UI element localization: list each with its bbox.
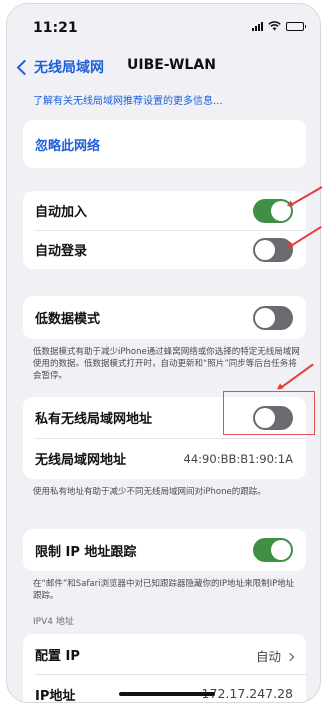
ip-address-row: IP地址 172.17.247.28: [23, 674, 306, 703]
low-data-row: 低数据模式: [23, 296, 306, 339]
status-time: 11:21: [33, 20, 78, 36]
auto-login-row: 自动登录: [23, 230, 306, 269]
chevron-right-icon: [285, 652, 295, 662]
low-data-card: 低数据模式: [23, 296, 306, 339]
forget-network-button[interactable]: 忽略此网络: [23, 120, 306, 168]
annotation-highlight-box: [223, 391, 315, 435]
configure-ip-row[interactable]: 配置 IP 自动: [23, 634, 306, 674]
forget-network-label: 忽略此网络: [35, 138, 101, 154]
auto-join-label: 自动加入: [35, 205, 88, 220]
back-label: 无线局域网: [34, 60, 104, 76]
low-data-label: 低数据模式: [35, 312, 101, 327]
cellular-signal-icon: [252, 21, 263, 31]
status-bar: 11:21: [7, 4, 320, 48]
auto-login-toggle[interactable]: [253, 238, 293, 262]
mac-address-value: 44:90:BB:B1:90:1A: [183, 451, 293, 466]
ip-address-label: IP地址: [35, 688, 76, 703]
private-address-label: 私有无线局域网地址: [35, 412, 153, 427]
chevron-left-icon: [16, 59, 33, 75]
low-data-footer: 低数据模式有助于减少iPhone通过蜂窝网络或你选择的特定无线局域网使用的数据。…: [33, 347, 300, 381]
page-title: UIBE-WLAN: [127, 57, 216, 73]
configure-ip-value: 自动: [255, 649, 281, 664]
auto-join-row: 自动加入: [23, 191, 306, 230]
forget-card: 忽略此网络: [23, 120, 306, 168]
auto-login-label: 自动登录: [35, 244, 88, 259]
limit-ip-footer: 在“邮件”和Safari浏览器中对已知跟踪器隐藏你的IP地址来限制IP地址跟踪。: [33, 579, 295, 601]
limit-ip-label: 限制 IP 地址跟踪: [35, 544, 137, 560]
limit-ip-row: 限制 IP 地址跟踪: [23, 529, 306, 571]
limit-ip-toggle[interactable]: [253, 538, 293, 562]
ip-address-value: 172.17.247.28: [201, 686, 293, 701]
battery-icon: [286, 21, 306, 31]
back-button[interactable]: 无线局域网: [15, 57, 104, 77]
limit-ip-card: 限制 IP 地址跟踪: [23, 529, 306, 571]
phone-screen: 11:21 无线局域网 UIBE-WLAN 了解有关无线局域网推荐设置的更多信息…: [6, 3, 321, 703]
mac-address-row: 无线局域网地址 44:90:BB:B1:90:1A: [23, 438, 306, 479]
configure-ip-value-wrap: 自动: [255, 646, 295, 665]
status-icons: [252, 21, 306, 31]
info-link[interactable]: 了解有关无线局域网推荐设置的更多信息...: [33, 92, 223, 107]
private-address-footer: 使用私有地址有助于减少不同无线局域网间对iPhone的跟踪。: [33, 487, 266, 497]
mac-address-label: 无线局域网地址: [35, 453, 127, 468]
wifi-icon: [268, 21, 281, 31]
navigation-bar: 无线局域网 UIBE-WLAN: [7, 54, 320, 86]
home-indicator: [119, 692, 215, 696]
ipv4-section-header: IPV4 地址: [33, 617, 74, 627]
auto-card: 自动加入 自动登录: [23, 191, 306, 269]
low-data-toggle[interactable]: [253, 306, 293, 330]
configure-ip-label: 配置 IP: [35, 648, 80, 664]
